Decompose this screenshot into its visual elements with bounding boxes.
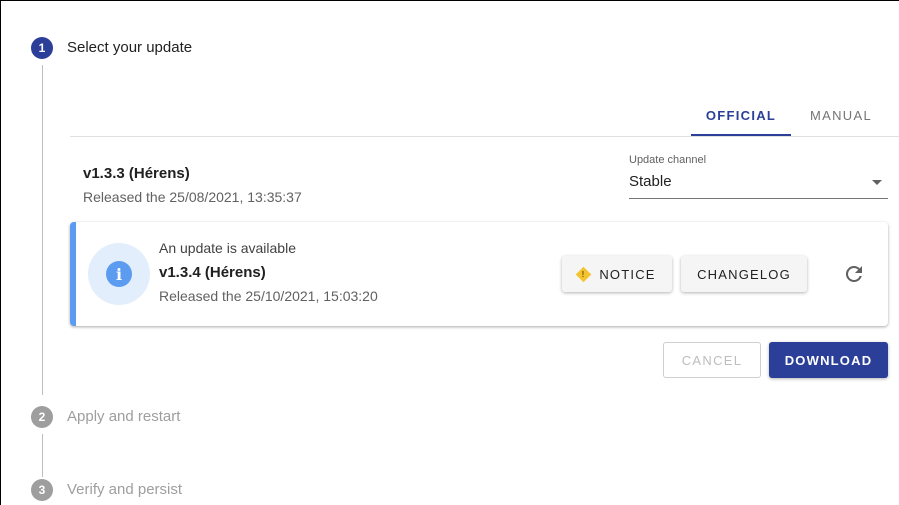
dropdown-arrow-icon [872,180,882,185]
update-channel-value: Stable [629,173,672,190]
new-release-date: Released the 25/10/2021, 15:03:20 [159,288,378,304]
update-available-alert: i An update is available v1.3.4 (Hérens)… [70,222,888,326]
step-3-title[interactable]: Verify and persist [67,481,182,498]
tabs-divider [70,136,899,137]
step-2-badge: 2 [31,406,53,428]
tab-official[interactable]: OFFICIAL [691,95,791,135]
step-2-title[interactable]: Apply and restart [67,408,180,425]
alert-title: An update is available [159,240,296,256]
current-version: v1.3.3 (Hérens) [83,165,190,182]
step-connector-2 [42,434,43,477]
cancel-button[interactable]: CANCEL [663,342,761,378]
notice-button-label: NOTICE [599,266,656,282]
step-1-badge: 1 [31,37,53,59]
info-icon-halo: i [88,243,150,305]
refresh-icon[interactable] [842,262,866,286]
new-version: v1.3.4 (Hérens) [159,264,266,281]
update-channel-select[interactable]: Stable [629,169,888,199]
current-release-date: Released the 25/08/2021, 13:35:37 [83,189,302,205]
info-icon: i [106,261,132,287]
alert-accent-bar [70,222,76,326]
update-channel-label: Update channel [629,154,707,166]
notice-button[interactable]: ! NOTICE [562,256,672,292]
changelog-button[interactable]: CHANGELOG [681,256,807,292]
step-1-title[interactable]: Select your update [67,39,192,56]
step-connector-1 [42,65,43,395]
step-3-badge: 3 [31,479,53,501]
tab-manual[interactable]: MANUAL [791,95,891,135]
download-button[interactable]: DOWNLOAD [769,342,888,378]
update-wizard: 1 Select your update 2 Apply and restart… [0,0,899,505]
warning-icon: ! [576,266,592,282]
